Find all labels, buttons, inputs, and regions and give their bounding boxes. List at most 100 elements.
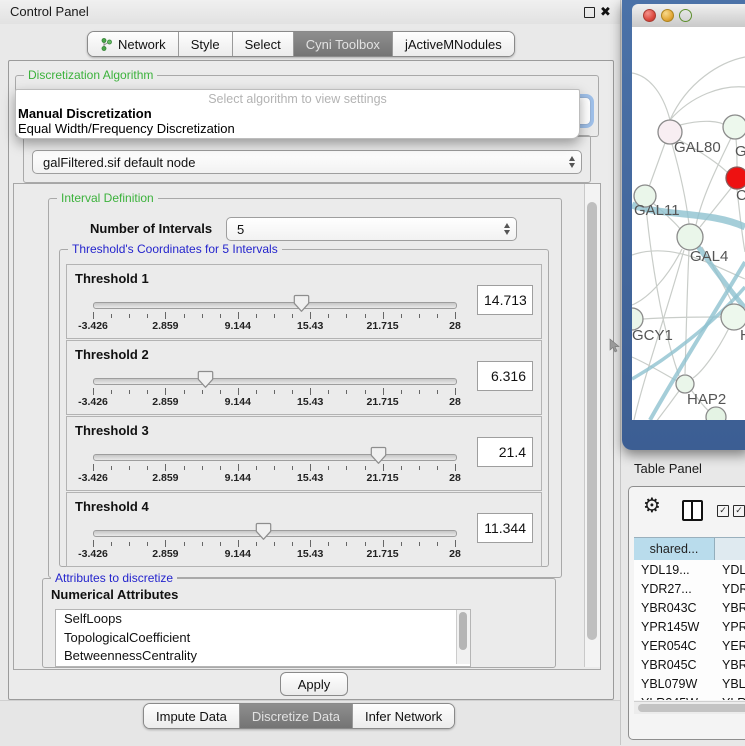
- close-icon[interactable]: ✖: [600, 4, 611, 20]
- slider-tick: [419, 542, 420, 546]
- popup-option-manual-discretization[interactable]: Manual Discretization: [18, 106, 152, 121]
- slider-tick: [328, 390, 329, 394]
- settings-scroll-area: Interval Definition Number of Intervals …: [13, 183, 601, 670]
- slider-tick: [419, 466, 420, 470]
- slider-tick: [202, 314, 203, 318]
- checkbox-icon[interactable]: ✓: [717, 505, 729, 517]
- slider-tick: [419, 390, 420, 394]
- slider-tick-label: 21.715: [367, 396, 399, 408]
- attribute-item-selfloops[interactable]: SelfLoops: [56, 610, 470, 629]
- threshold-value-field[interactable]: [477, 285, 533, 315]
- tab-cyni-toolbox[interactable]: Cyni Toolbox: [293, 32, 392, 56]
- close-traffic-light-icon[interactable]: [643, 9, 656, 22]
- slider-tick: [419, 314, 420, 318]
- cell-shared-name: YBR045C: [634, 658, 714, 672]
- thresholds-title: Threshold's Coordinates for 5 Intervals: [68, 242, 282, 256]
- cell-shared-name: YLR345W: [634, 696, 714, 701]
- checkbox-icon[interactable]: ✓: [733, 505, 745, 517]
- slider-tick: [184, 390, 185, 394]
- tab-impute-data[interactable]: Impute Data: [144, 704, 239, 728]
- slider-tick: [383, 312, 384, 319]
- tab-style[interactable]: Style: [178, 32, 232, 56]
- node-top-right[interactable]: [723, 115, 745, 139]
- table-header-row: shared... n: [634, 537, 745, 561]
- tab-network[interactable]: Network: [88, 32, 178, 56]
- column-header-shared-name[interactable]: shared...: [634, 538, 715, 560]
- table-row[interactable]: YBR043CYBR0: [634, 598, 745, 617]
- tab-infer-network[interactable]: Infer Network: [352, 704, 454, 728]
- network-canvas[interactable]: GAL80GACGAL11GAL4GCY1HHAP2: [632, 27, 745, 420]
- slider-tick: [220, 542, 221, 546]
- slider-tick: [274, 390, 275, 394]
- threshold-slider-track[interactable]: [93, 302, 457, 309]
- node-label-gal11: GAL11: [634, 202, 680, 219]
- tab-jactivemnodules[interactable]: jActiveMNodules: [392, 32, 514, 56]
- table-row[interactable]: YPR145WYPR1: [634, 617, 745, 636]
- threshold-slider-track[interactable]: [93, 530, 457, 537]
- network-window-titlebar[interactable]: [632, 4, 745, 28]
- threshold-slider-track[interactable]: [93, 454, 457, 461]
- mouse-cursor: [609, 338, 620, 353]
- float-window-icon[interactable]: [584, 7, 595, 18]
- table-row[interactable]: YBR045CYBR0: [634, 655, 745, 674]
- node-label-hap2: HAP2: [687, 391, 726, 408]
- table-row[interactable]: YBL079WYBL0: [634, 674, 745, 693]
- threshold-slider-thumb[interactable]: [370, 446, 387, 465]
- network-icon: [100, 37, 113, 52]
- threshold-slider-thumb[interactable]: [293, 294, 310, 313]
- table-horizontal-scrollbar[interactable]: [634, 701, 745, 714]
- slider-tick-label: -3.426: [78, 396, 108, 408]
- slider-tick-label: 15.43: [297, 396, 323, 408]
- zoom-traffic-light-icon[interactable]: [679, 9, 692, 22]
- table-row[interactable]: YLR345WYLR3: [634, 693, 745, 700]
- minimize-traffic-light-icon[interactable]: [661, 9, 674, 22]
- node-gal4[interactable]: [677, 224, 703, 250]
- node-red-node[interactable]: [726, 167, 745, 189]
- settings-vertical-scrollbar[interactable]: [584, 184, 600, 667]
- slider-tick-label: 15.43: [297, 472, 323, 484]
- table-rows: YDL19...YDL1YDR27...YDR2YBR043CYBR0YPR14…: [634, 560, 745, 700]
- slider-tick: [129, 466, 130, 470]
- attribute-item-betweennesscentrality[interactable]: BetweennessCentrality: [56, 647, 470, 666]
- node-bottom[interactable]: [706, 407, 726, 420]
- slider-tick: [202, 466, 203, 470]
- network-view-window: GAL80GACGAL11GAL4GCY1HHAP2: [622, 0, 745, 450]
- table-row[interactable]: YDL19...YDL1: [634, 560, 745, 579]
- attribute-item-topologicalcoefficient[interactable]: TopologicalCoefficient: [56, 629, 470, 648]
- table-row[interactable]: YER054CYER0: [634, 636, 745, 655]
- threshold-slider-track[interactable]: [93, 378, 457, 385]
- tab-select[interactable]: Select: [232, 32, 293, 56]
- threshold-slider-thumb[interactable]: [255, 522, 272, 541]
- slider-tick: [220, 314, 221, 318]
- threshold-value-field[interactable]: [477, 437, 533, 467]
- control-panel-window: Control Panel ✖ NetworkStyleSelectCyni T…: [0, 0, 621, 745]
- column-layout-icon[interactable]: [682, 500, 703, 521]
- tab-discretize-data[interactable]: Discretize Data: [239, 704, 352, 728]
- network-graph: GAL80GACGAL11GAL4GCY1HHAP2: [632, 27, 745, 420]
- gear-icon[interactable]: ⚙: [643, 495, 661, 515]
- tab-label: Style: [191, 37, 220, 52]
- cell-shared-name: YBL079W: [634, 677, 714, 691]
- apply-button[interactable]: Apply: [280, 672, 348, 696]
- slider-tick: [147, 314, 148, 318]
- slider-tick-label: 21.715: [367, 472, 399, 484]
- slider-tick: [328, 466, 329, 470]
- cell-name: YER0: [714, 639, 745, 653]
- attributes-scrollbar[interactable]: [456, 610, 470, 664]
- top-tab-bar: Network Style SelectCyni ToolboxjActiveMNo…: [87, 31, 515, 57]
- threshold-panel-1: Threshold 1 -3.4262.8599.14415.4321.7152…: [66, 264, 542, 339]
- slider-tick: [401, 466, 402, 470]
- column-header-name[interactable]: n: [715, 538, 745, 560]
- slider-tick: [346, 466, 347, 470]
- table-row[interactable]: YDR27...YDR2: [634, 579, 745, 598]
- threshold-value-field[interactable]: [477, 513, 533, 543]
- table-data-combo[interactable]: galFiltered.sif default node: [32, 150, 582, 174]
- number-of-intervals-combo[interactable]: 5: [226, 217, 517, 241]
- settings-scrollbar-thumb[interactable]: [587, 202, 597, 640]
- threshold-value-field[interactable]: [477, 361, 533, 391]
- numerical-attributes-list[interactable]: SelfLoopsTopologicalCoefficientBetweenne…: [55, 609, 471, 667]
- popup-option-equal-width-frequency[interactable]: Equal Width/Frequency Discretization: [18, 121, 235, 136]
- cell-name: YDR2: [714, 582, 745, 596]
- cell-shared-name: YDL19...: [634, 563, 714, 577]
- threshold-slider-thumb[interactable]: [197, 370, 214, 389]
